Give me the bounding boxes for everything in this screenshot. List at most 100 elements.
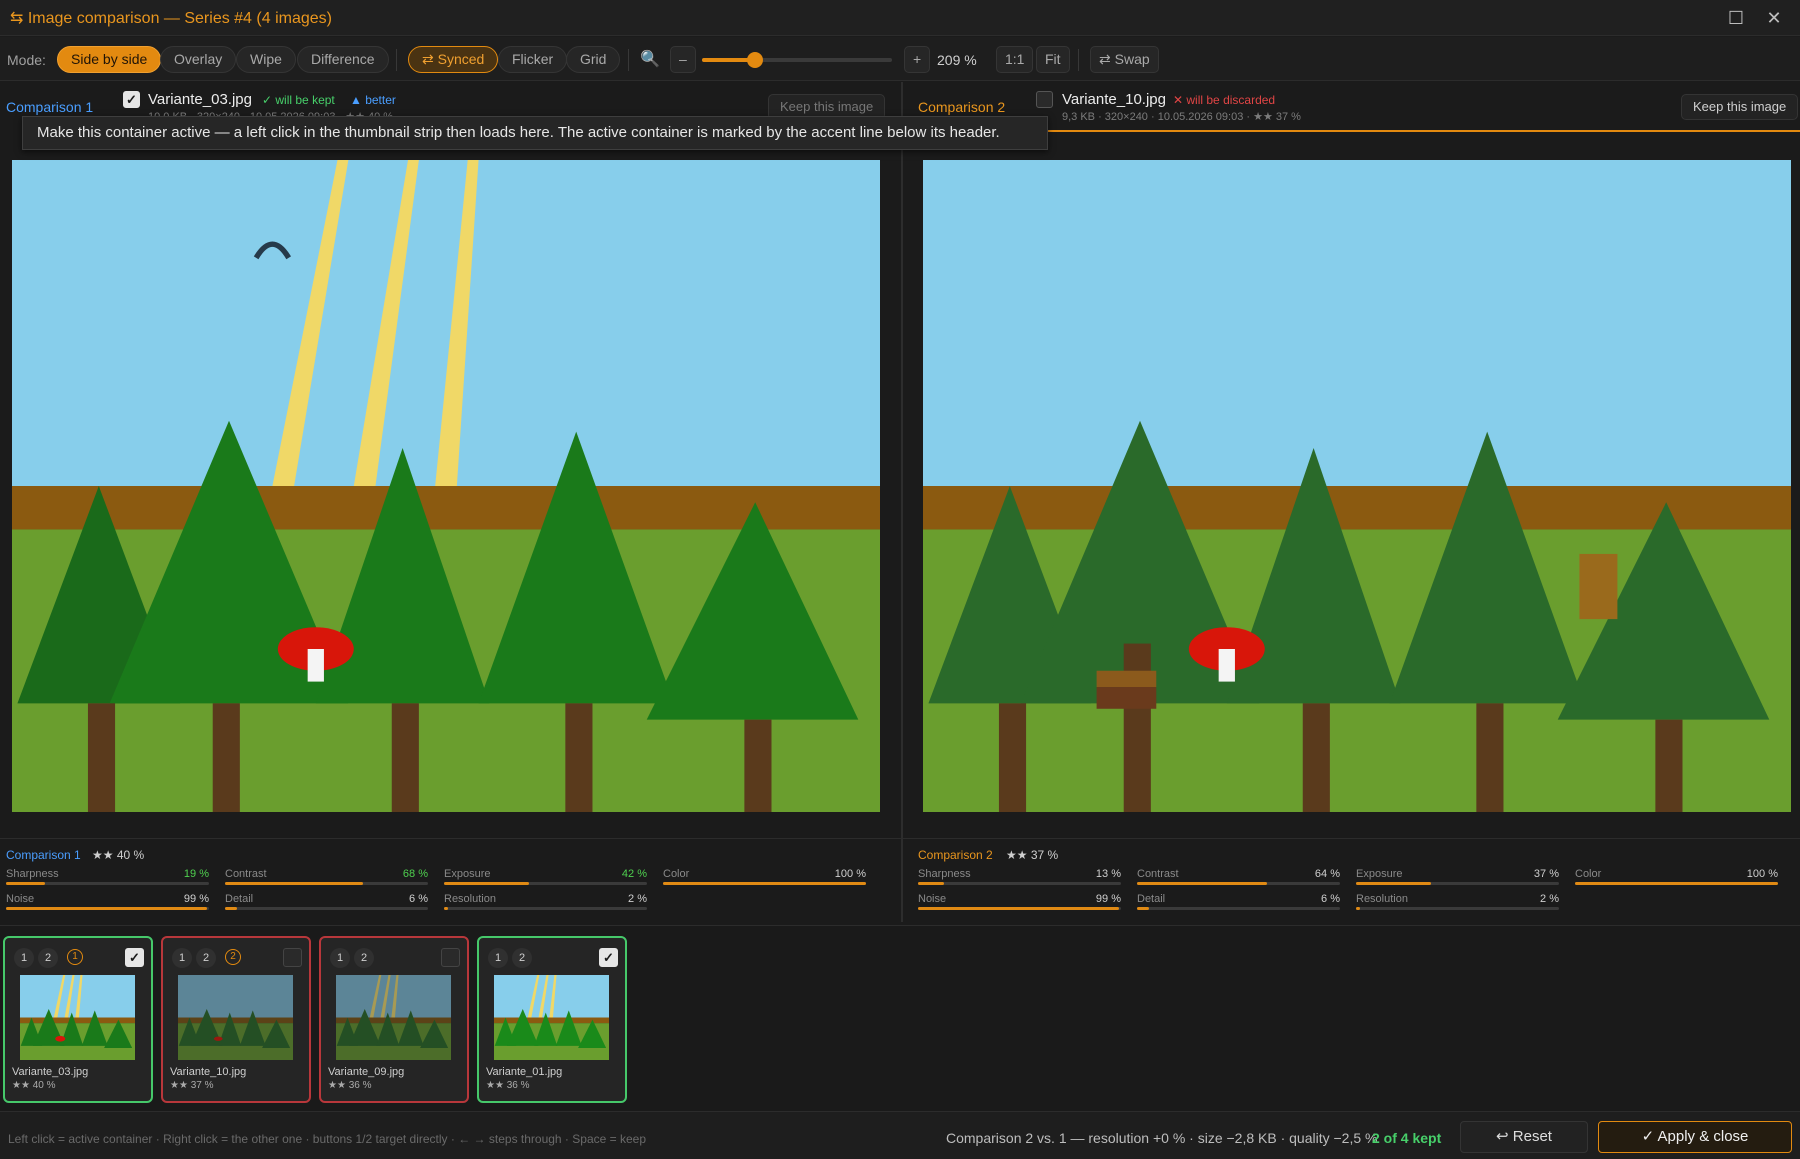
metric-resolution: Resolution 2 % [444, 893, 647, 913]
metrics-separator [0, 838, 1800, 839]
comparison-1-image[interactable] [12, 160, 880, 812]
metric-value: 6 % [1321, 893, 1340, 905]
synced-toggle[interactable]: ⇄ Synced [408, 46, 499, 73]
metric-label: Sharpness [918, 868, 971, 880]
toolbar: Mode: Side by side Overlay Wipe Differen… [0, 37, 1800, 81]
target-2-button[interactable]: 2 [354, 948, 374, 968]
target-1-button[interactable]: 1 [488, 948, 508, 968]
keyboard-hint: Left click = active container · Right cl… [8, 1132, 646, 1146]
comparison-2-status: ✕ will be discarded [1173, 93, 1276, 107]
title-bar: ⇆ Image comparison — Series #4 (4 images… [0, 0, 1800, 36]
metric-detail: Detail 6 % [1137, 893, 1340, 913]
metric-bar [1137, 907, 1340, 910]
maximize-icon[interactable]: ☐ [1722, 5, 1750, 31]
metric-label: Exposure [1356, 868, 1403, 880]
metric-bar [918, 907, 1121, 910]
metric-label: Exposure [444, 868, 491, 880]
thumbnail-image [20, 975, 135, 1060]
comparison-2-image[interactable] [923, 160, 1791, 812]
kept-count: 2 of 4 kept [1372, 1130, 1442, 1146]
metric-label: Sharpness [6, 868, 59, 880]
comparison-1-keep-checkbox[interactable]: ✓ [123, 91, 140, 108]
comparison-1-metrics: Comparison 1 ★★ 40 % Sharpness 19 % Contra… [6, 840, 894, 920]
metric-bar [1137, 882, 1340, 885]
metric-bar [6, 907, 209, 910]
metric-bar [663, 882, 866, 885]
metrics-1-rating: ★★ 40 % [92, 848, 145, 862]
thumbnail-card[interactable]: 1 2 ✓ Variante_01.jpg ★★ 36 % [477, 936, 627, 1103]
zoom-out-button[interactable]: – [670, 46, 696, 73]
thumbnail-rating: ★★ 40 % [12, 1080, 56, 1091]
target-1-button[interactable]: 1 [330, 948, 350, 968]
zoom-in-button[interactable]: + [904, 46, 931, 73]
thumbnail-rating: ★★ 37 % [170, 1080, 214, 1091]
thumbnail-name: Variante_01.jpg [486, 1066, 563, 1078]
metric-label: Color [1575, 868, 1602, 880]
metric-value: 19 % [183, 868, 209, 880]
metric-value: 99 % [183, 893, 209, 905]
comparison-1-filename: Variante_03.jpg [148, 91, 252, 108]
panel-divider [901, 82, 903, 922]
metrics-2-title: Comparison 2 [918, 848, 993, 862]
thumbnail-card[interactable]: 1 2 1 ✓ Variante_03.jpg ★★ 40 % [3, 936, 153, 1103]
flicker-button[interactable]: Flicker [498, 46, 568, 73]
toolbar-divider [1078, 49, 1079, 71]
metric-value: 99 % [1095, 893, 1121, 905]
metric-value: 68 % [402, 868, 428, 880]
thumbnail-card[interactable]: 1 2 Variante_09.jpg ★★ 36 % [319, 936, 469, 1103]
metric-label: Color [663, 868, 690, 880]
swap-button[interactable]: ⇄ Swap [1090, 46, 1159, 73]
close-icon[interactable]: ✕ [1760, 5, 1788, 31]
mode-side-by-side-button[interactable]: Side by side [57, 46, 162, 73]
metric-value: 2 % [628, 893, 647, 905]
target-1-button[interactable]: 1 [172, 948, 192, 968]
keep-checkbox[interactable] [283, 948, 302, 967]
zoom-slider-handle[interactable] [747, 52, 764, 68]
metric-bar [918, 882, 1121, 885]
thumbnail-name: Variante_10.jpg [170, 1066, 247, 1078]
metric-bar [225, 882, 428, 885]
target-2-button[interactable]: 2 [196, 948, 216, 968]
metric-bar [1575, 882, 1778, 885]
fit-button[interactable]: Fit [1036, 46, 1070, 73]
metric-label: Detail [1137, 893, 1166, 905]
metric-bar-fill [1137, 882, 1267, 885]
mode-overlay-button[interactable]: Overlay [160, 46, 237, 73]
grid-button[interactable]: Grid [566, 46, 621, 73]
apply-close-button[interactable]: ✓ Apply & close [1598, 1121, 1792, 1153]
comparison-1-title: Comparison 1 [6, 99, 94, 115]
metric-bar-fill [1137, 907, 1150, 910]
metric-bar [444, 882, 647, 885]
thumbnail-rating: ★★ 36 % [328, 1080, 372, 1091]
toolbar-divider [628, 49, 629, 71]
metric-noise: Noise 99 % [6, 893, 209, 913]
comparison-2-keep-checkbox[interactable] [1036, 91, 1053, 108]
comparison-2-keep-button[interactable]: Keep this image [1681, 94, 1799, 120]
target-1-button[interactable]: 1 [14, 948, 34, 968]
metric-detail: Detail 6 % [225, 893, 428, 913]
metric-label: Detail [225, 893, 254, 905]
keep-checkbox[interactable] [441, 948, 460, 967]
metric-bar-fill [918, 907, 1119, 910]
keep-checkbox[interactable]: ✓ [125, 948, 144, 967]
zoom-slider[interactable] [702, 52, 892, 68]
metric-label: Noise [918, 893, 947, 905]
comparison-1-better-badge: ▲ better [350, 93, 396, 107]
metric-bar [444, 907, 647, 910]
reset-button[interactable]: ↩ Reset [1460, 1121, 1588, 1153]
mode-difference-button[interactable]: Difference [297, 46, 389, 73]
metric-resolution: Resolution 2 % [1356, 893, 1559, 913]
metric-contrast: Contrast 64 % [1137, 868, 1340, 888]
mode-wipe-button[interactable]: Wipe [236, 46, 296, 73]
target-2-button[interactable]: 2 [512, 948, 532, 968]
metric-bar-fill [444, 907, 449, 910]
keep-checkbox[interactable]: ✓ [599, 948, 618, 967]
metric-bar [1356, 882, 1559, 885]
metric-exposure: Exposure 37 % [1356, 868, 1559, 888]
target-2-button[interactable]: 2 [38, 948, 58, 968]
metric-bar-fill [6, 882, 45, 885]
metric-sharpness: Sharpness 19 % [6, 868, 209, 888]
one-to-one-button[interactable]: 1:1 [996, 46, 1034, 73]
thumbnail-card[interactable]: 1 2 2 Variante_10.jpg ★★ 37 % [161, 936, 311, 1103]
metric-bar [1356, 907, 1559, 910]
